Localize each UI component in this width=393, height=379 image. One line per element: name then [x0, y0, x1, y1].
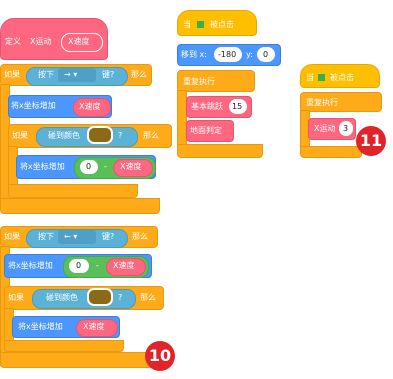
clicked-label: 被点击 [210, 20, 234, 29]
color-swatch[interactable] [87, 288, 113, 306]
if-block-bottom [0, 352, 160, 368]
basic-jump-value: 15 [232, 102, 243, 111]
minus-sign: - [96, 261, 99, 270]
green-flag-icon [318, 74, 325, 81]
forever-bottom [177, 144, 263, 158]
then-label: 那么 [131, 70, 147, 79]
clicked-label: 被点击 [330, 73, 354, 82]
key-dropdown-value: ← ▾ [64, 232, 78, 241]
if-label: 如果 [12, 131, 28, 140]
define-param-label: X速度 [68, 37, 90, 46]
touching-color-label: 碰到颜色 [46, 293, 78, 302]
if-block-bottom [8, 184, 138, 198]
ground-check-label: 地面判定 [190, 126, 222, 135]
change-x-label: 将x坐标增加 [8, 261, 53, 270]
minus-sign: - [104, 162, 107, 171]
change-x-label: 将x坐标增加 [20, 162, 65, 171]
goto-y-value: 0 [263, 50, 269, 59]
xspeed-reporter-label: X速度 [83, 322, 105, 331]
goto-x-value: -180 [218, 50, 237, 59]
define-label: 定义 [5, 37, 21, 46]
then-label: 那么 [143, 131, 159, 140]
then-label: 那么 [140, 293, 156, 302]
when-label: 当 [306, 73, 314, 82]
goto-y-label: y: [246, 50, 253, 59]
key-suffix: 键? [102, 232, 115, 241]
question-mark: ? [118, 293, 123, 302]
x-move-label: X运动 [314, 124, 336, 133]
basic-jump-label: 基本跳跃 [191, 102, 223, 111]
key-suffix: 键? [102, 70, 115, 79]
if-block-bottom [0, 198, 160, 214]
if-label: 如果 [8, 293, 24, 302]
xspeed-reporter-label: X速度 [120, 162, 142, 171]
if-label: 如果 [4, 232, 20, 241]
x-move-value: 3 [343, 124, 349, 133]
change-x-label: 将x坐标增加 [18, 322, 63, 331]
xspeed-reporter-label: X速度 [79, 102, 101, 111]
forever-label: 重复执行 [183, 77, 215, 86]
key-dropdown-value: → ▾ [64, 70, 78, 79]
define-name: X运动 [30, 37, 52, 46]
change-x-label: 将x坐标增加 [11, 101, 56, 110]
if-label: 如果 [4, 70, 20, 79]
question-mark: ? [118, 131, 123, 140]
step-badge-11: 11 [356, 126, 386, 156]
color-swatch[interactable] [87, 126, 113, 144]
when-label: 当 [183, 20, 191, 29]
xspeed-reporter-label: X速度 [113, 261, 135, 270]
key-pressed-label: 按下 [38, 232, 54, 241]
zero-input-value: 0 [76, 261, 82, 270]
forever-bottom [300, 146, 362, 158]
if-block-bottom [4, 340, 124, 352]
then-label: 那么 [132, 232, 148, 241]
step-badge-10: 10 [145, 341, 175, 371]
goto-label: 移到 x: [181, 50, 207, 59]
forever-label: 重复执行 [306, 98, 338, 107]
zero-input-value: 0 [86, 162, 92, 171]
touching-color-label: 碰到颜色 [48, 131, 80, 140]
green-flag-icon [197, 21, 204, 28]
key-pressed-label: 按下 [38, 70, 54, 79]
